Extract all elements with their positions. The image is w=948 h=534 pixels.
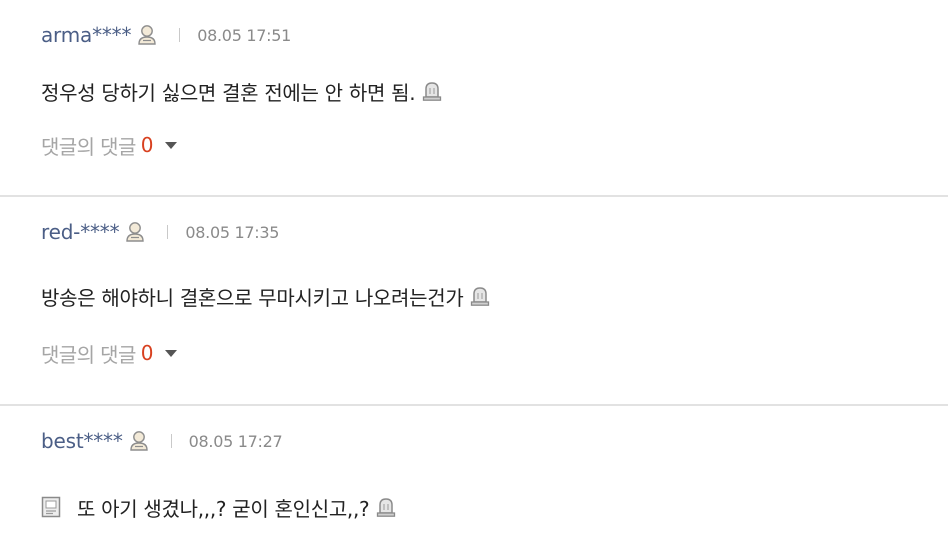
report-icon[interactable] bbox=[469, 285, 491, 307]
comment-text: 또 아기 생겼나,,,? 굳이 혼인신고,,? bbox=[77, 496, 370, 521]
comment-date: 08.05 17:51 bbox=[197, 25, 291, 45]
comment-meta: red-**** 08.05 17:35 bbox=[41, 218, 279, 246]
user-icon[interactable] bbox=[129, 430, 149, 452]
comment-date: 08.05 17:35 bbox=[185, 222, 280, 242]
report-icon[interactable] bbox=[421, 80, 443, 102]
comment-meta: best**** 08.05 17:27 bbox=[41, 427, 283, 455]
comment-item: best**** 08.05 17:27 또 아기 생겼나,,,? 굳이 혼인신… bbox=[0, 406, 948, 534]
reply-label: 댓글의 댓글 bbox=[41, 134, 136, 159]
reply-label: 댓글의 댓글 bbox=[41, 342, 136, 367]
document-icon bbox=[41, 496, 61, 518]
comment-nickname[interactable]: red-**** bbox=[41, 220, 120, 244]
report-icon[interactable] bbox=[375, 496, 397, 518]
comment-list: arma**** 08.05 17:51 정우성 당하기 싫으면 결혼 전에는 … bbox=[0, 0, 948, 534]
comment-body: 정우성 당하기 싫으면 결혼 전에는 안 하면 됨. bbox=[41, 76, 443, 106]
comment-nickname[interactable]: best**** bbox=[41, 429, 123, 453]
comment-nickname[interactable]: arma**** bbox=[41, 23, 131, 47]
comment-body: 또 아기 생겼나,,,? 굳이 혼인신고,,? bbox=[41, 492, 397, 522]
meta-divider bbox=[167, 225, 169, 239]
reply-count: 0 bbox=[140, 341, 154, 365]
reply-toggle-button[interactable]: 댓글의 댓글 0 bbox=[41, 338, 177, 368]
comment-item: arma**** 08.05 17:51 정우성 당하기 싫으면 결혼 전에는 … bbox=[0, 0, 948, 197]
user-icon[interactable] bbox=[125, 221, 145, 243]
meta-divider bbox=[170, 434, 172, 448]
comment-body: 방송은 해야하니 결혼으로 무마시키고 나오려는건가 bbox=[41, 281, 491, 311]
reply-toggle-button[interactable]: 댓글의 댓글 0 bbox=[41, 130, 177, 160]
chevron-down-icon bbox=[164, 349, 177, 357]
reply-count: 0 bbox=[140, 133, 154, 157]
comment-text: 방송은 해야하니 결혼으로 무마시키고 나오려는건가 bbox=[41, 285, 464, 310]
meta-divider bbox=[179, 28, 181, 42]
chevron-down-icon bbox=[164, 141, 177, 149]
comment-date: 08.05 17:27 bbox=[188, 431, 283, 451]
comment-meta: arma**** 08.05 17:51 bbox=[41, 21, 291, 49]
comment-item: red-**** 08.05 17:35 방송은 해야하니 결혼으로 무마시키고… bbox=[0, 197, 948, 406]
user-icon[interactable] bbox=[137, 24, 157, 46]
comment-text: 정우성 당하기 싫으면 결혼 전에는 안 하면 됨. bbox=[41, 80, 416, 105]
